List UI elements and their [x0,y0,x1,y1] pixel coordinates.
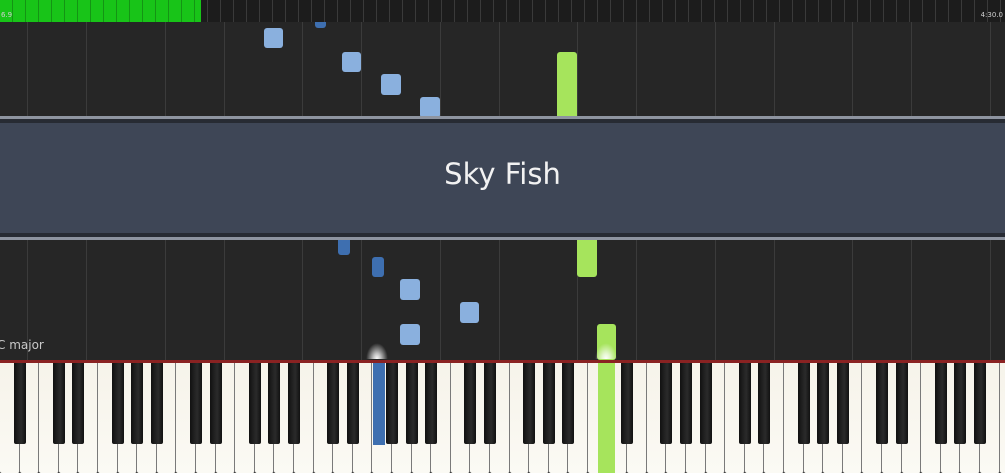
piano-black-key[interactable] [425,363,438,444]
falling-note [264,28,283,48]
piano-white-key[interactable] [999,363,1005,473]
piano-black-key[interactable] [386,363,398,444]
piano-black-key[interactable] [876,363,888,444]
falling-note [315,22,326,28]
piano-black-key[interactable] [111,363,124,444]
piano-black-key[interactable] [327,363,340,444]
right-hand-key-spark [595,343,617,359]
falling-note [577,235,597,277]
piano-black-key[interactable] [268,363,281,444]
piano-black-key[interactable] [562,363,575,444]
piano-black-key[interactable] [836,363,849,444]
falling-note [557,52,577,120]
piano-black-key[interactable] [895,363,908,444]
piano-black-key[interactable] [72,363,85,444]
timeline-progress-fill [0,0,201,22]
piano-black-key[interactable] [209,363,222,444]
piano-black-key[interactable] [542,363,555,444]
left-hand-key [373,363,385,445]
piano-black-key[interactable] [974,363,986,444]
piano-black-key[interactable] [248,363,261,444]
right-hand-key [598,363,615,473]
timeline-scrubber[interactable]: 6.9 4:30.0 [0,0,1005,22]
piano-black-key[interactable] [484,363,496,444]
piano-black-key[interactable] [758,363,771,444]
piano-black-key[interactable] [190,363,202,444]
piano-black-key[interactable] [934,363,947,444]
song-title: Sky Fish [444,157,561,191]
piano-black-key[interactable] [523,363,536,444]
falling-note [460,302,479,323]
left-hand-key-spark [366,343,388,359]
piano-black-key[interactable] [621,363,634,444]
piano-black-key[interactable] [797,363,810,444]
falling-note [420,97,440,118]
falling-note [372,257,384,277]
piano-black-key[interactable] [288,363,300,444]
total-time-label: 4:30.0 [980,11,1003,19]
falling-note [400,324,420,345]
piano-black-key[interactable] [150,363,163,444]
piano-black-key[interactable] [13,363,26,444]
current-time-label: 6.9 [1,11,13,19]
piano-keyboard[interactable] [0,363,1005,473]
key-signature-label: C major [0,338,44,352]
falling-note [381,74,401,95]
piano-black-key[interactable] [405,363,418,444]
piano-black-key[interactable] [738,363,751,444]
title-banner: Sky Fish [0,116,1005,240]
falling-note [342,52,361,72]
piano-black-key[interactable] [464,363,477,444]
piano-black-key[interactable] [699,363,712,444]
piano-black-key[interactable] [660,363,673,444]
piano-black-key[interactable] [954,363,967,444]
piano-black-key[interactable] [817,363,830,444]
piano-black-key[interactable] [52,363,65,444]
piano-black-key[interactable] [680,363,692,444]
piano-black-key[interactable] [346,363,359,444]
falling-note [400,279,420,300]
piano-black-key[interactable] [131,363,144,444]
